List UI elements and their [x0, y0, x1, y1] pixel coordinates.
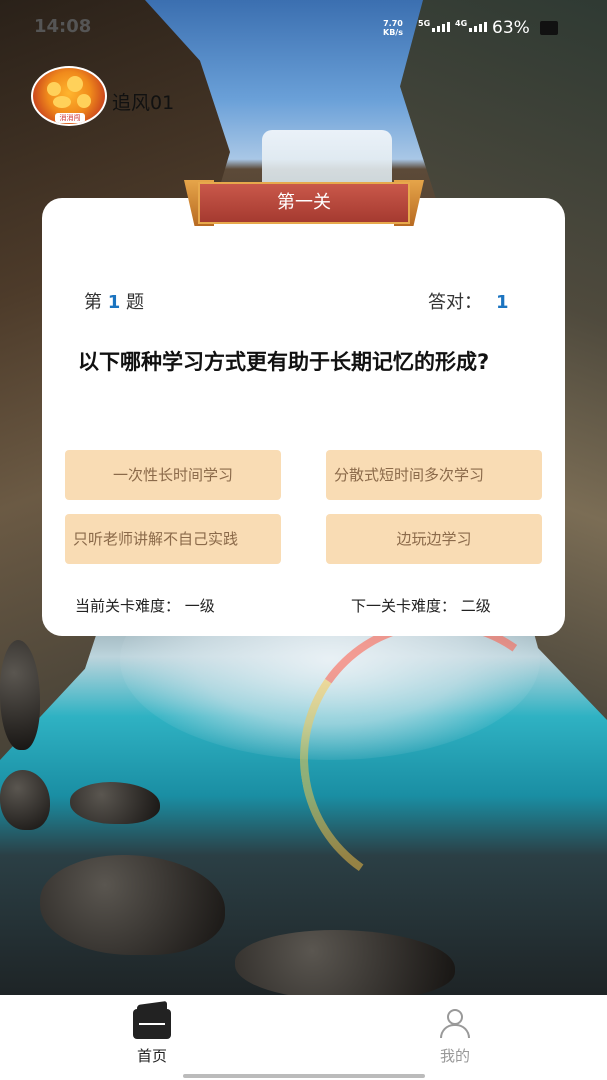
avatar[interactable]: 消消闯 [31, 66, 107, 126]
rock [40, 855, 225, 955]
signal-5g-label: 5G [418, 19, 431, 28]
signal-4g-label: 4G [455, 19, 468, 28]
battery-icon [540, 21, 558, 35]
option-button[interactable]: 只听老师讲解不自己实践 [65, 514, 281, 564]
option-button[interactable]: 边玩边学习 [326, 514, 542, 564]
rock [70, 782, 160, 824]
next-difficulty: 下一关卡难度： 二级 [351, 597, 491, 615]
network-speed-unit: KB/s [383, 28, 403, 37]
network-speed-value: 7.70 [383, 19, 403, 28]
rock [0, 770, 50, 830]
signal-5g-icon [432, 22, 450, 32]
network-speed: 7.70 KB/s [383, 19, 403, 37]
rock [235, 930, 455, 995]
username: 追风01 [112, 92, 175, 114]
signal-4g-icon [469, 22, 487, 32]
tab-home[interactable]: 首页 [102, 1005, 202, 1066]
home-indicator[interactable] [183, 1074, 425, 1078]
level-banner: 第一关 [184, 180, 424, 228]
tab-mine-label: 我的 [439, 1047, 470, 1065]
option-button[interactable]: 一次性长时间学习 [65, 450, 281, 500]
correct-count-value: 1 [496, 292, 509, 313]
question-text: 以下哪种学习方式更有助于长期记忆的形成? [78, 350, 490, 374]
tab-mine[interactable]: 我的 [405, 1005, 505, 1066]
battery-percent: 63% [492, 18, 530, 38]
option-button[interactable]: 分散式短时间多次学习 [326, 450, 542, 500]
correct-label: 答对： [428, 292, 482, 313]
question-suffix: 题 [126, 292, 144, 313]
level-title: 第一关 [198, 182, 410, 224]
question-number: 第 1 题 [84, 288, 144, 314]
current-difficulty: 当前关卡难度： 一级 [75, 597, 215, 615]
avatar-label: 消消闯 [55, 113, 85, 123]
status-bar: 14:08 7.70 KB/s 5G 4G 63% [0, 0, 607, 58]
question-prefix: 第 [84, 292, 102, 313]
home-icon [133, 1009, 171, 1039]
status-time: 14:08 [34, 16, 92, 37]
quiz-card [42, 198, 565, 636]
correct-count: 答对： 1 [428, 288, 509, 314]
tab-home-label: 首页 [136, 1047, 167, 1065]
question-number-value: 1 [107, 292, 121, 313]
user-icon [440, 1009, 470, 1039]
bottom-tab-bar: 首页 我的 [0, 995, 607, 1080]
